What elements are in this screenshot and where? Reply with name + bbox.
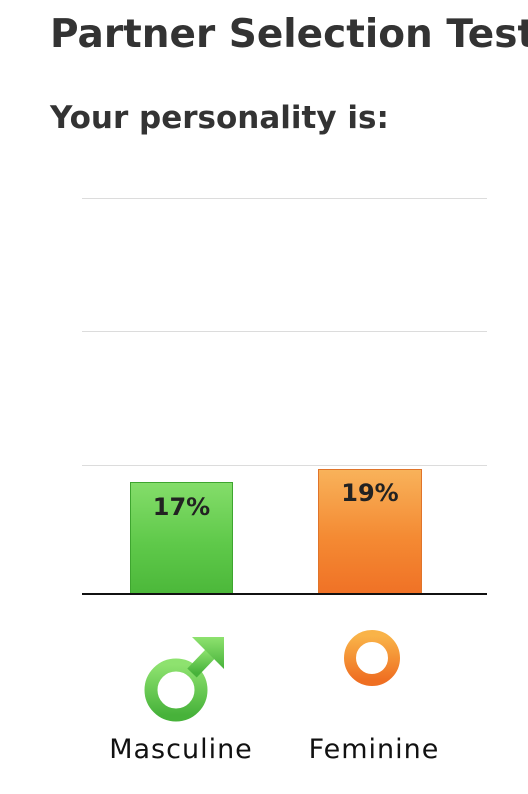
bar-label-feminine: 19% — [341, 479, 399, 507]
female-symbol-icon — [344, 630, 400, 716]
bar-masculine: 17% — [130, 482, 233, 594]
x-axis-baseline — [82, 593, 487, 595]
category-label-feminine: Feminine — [308, 734, 440, 765]
personality-bar-chart: 17% 19% Masculine Feminine — [0, 0, 528, 794]
bar-feminine: 19% — [318, 469, 422, 594]
category-label-masculine: Masculine — [109, 734, 253, 765]
gridline — [82, 331, 487, 332]
gridline — [82, 465, 487, 466]
gridline — [82, 198, 487, 199]
bar-label-masculine: 17% — [152, 493, 211, 521]
male-symbol-icon — [144, 637, 224, 722]
